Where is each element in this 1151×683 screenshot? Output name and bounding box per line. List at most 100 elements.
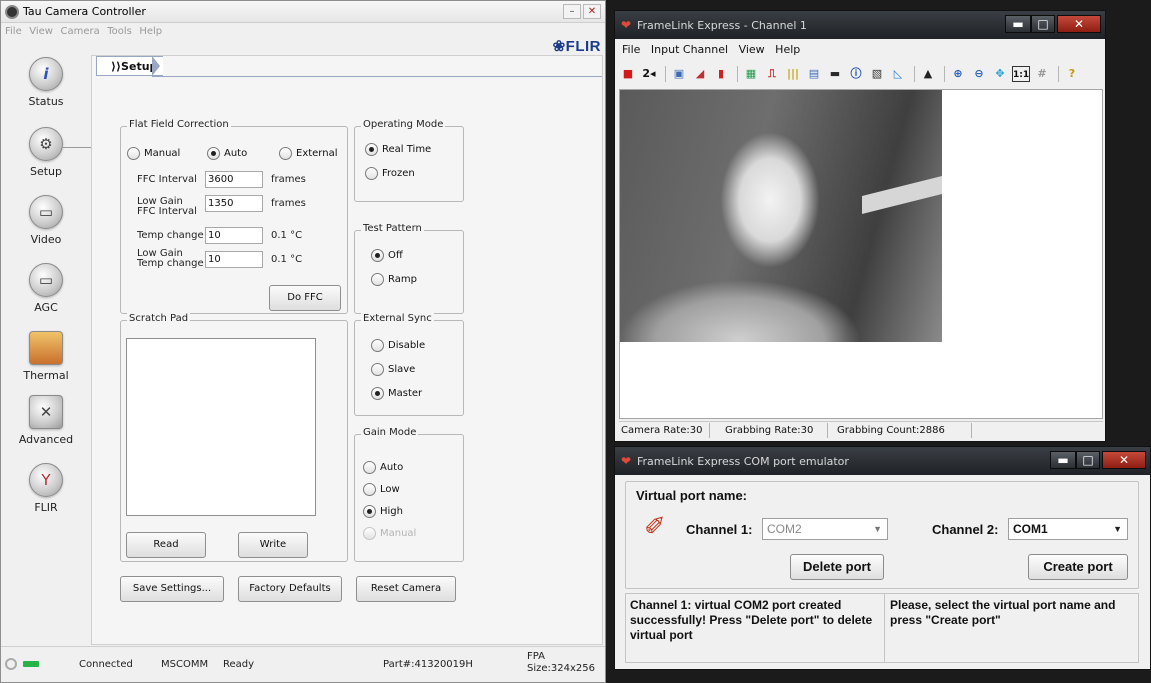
read-button[interactable]: Read [126,532,206,558]
gain-auto-radio[interactable]: Auto [363,461,403,474]
radio-label: Disable [388,340,426,351]
sidebar-item-setup[interactable]: ⚙ Setup [1,127,91,178]
write-button[interactable]: Write [238,532,308,558]
real-time-radio[interactable]: Real Time [365,143,431,156]
zoom-out-icon[interactable]: ⊖ [970,66,988,82]
com-messages: Channel 1: virtual COM2 port created suc… [625,593,1139,663]
menu-tools[interactable]: Tools [107,23,132,41]
pulse-icon[interactable]: ⎍ [763,66,781,82]
lowgain-ffc-input[interactable]: 1350 [205,195,263,212]
levels-icon[interactable]: ▤ [805,66,823,82]
bars-icon[interactable]: ||| [784,66,802,82]
fit-icon[interactable]: ▲ [919,66,937,82]
info-icon[interactable]: ⓘ [847,66,865,82]
thermal-frame-highlight [862,176,942,214]
status-divider [827,423,828,438]
test-pattern-off-radio[interactable]: Off [371,249,403,262]
radio-dot [279,147,292,160]
factory-defaults-button[interactable]: Factory Defaults [238,576,342,602]
create-port-button[interactable]: Create port [1028,554,1128,580]
test-pattern-ramp-radio[interactable]: Ramp [371,273,417,286]
part-number: Part#:41320019H [383,659,473,670]
ffc-external-radio[interactable]: External [279,147,338,160]
ffc-auto-radio[interactable]: Auto [207,147,247,160]
sidebar-item-thermal[interactable]: Thermal [1,331,91,382]
channel-2-value: COM1 [1013,522,1048,536]
save-settings-button[interactable]: Save Settings... [120,576,224,602]
sync-slave-radio[interactable]: Slave [371,363,415,376]
grab-icon[interactable]: ▣ [670,66,688,82]
close-button[interactable]: ✕ [1102,451,1146,469]
toolbar-separator [737,66,738,82]
sidebar-item-video[interactable]: ▭ Video [1,195,91,246]
fpa-size: Size:324x256 [527,663,595,674]
operating-mode-group: Operating Mode Real Time Frozen [354,119,464,202]
zoom-in-icon[interactable]: ⊕ [949,66,967,82]
menu-file[interactable]: File [622,41,640,59]
display-icon[interactable]: ▬ [826,66,844,82]
tau-titlebar[interactable]: Tau Camera Controller – ✕ [1,1,605,23]
move-icon[interactable]: ✥ [991,66,1009,82]
connected-status: Connected [79,659,133,670]
menu-view[interactable]: View [739,41,765,59]
minimize-button[interactable]: – [563,4,581,19]
radio-label: Auto [224,148,248,159]
channel-2-icon[interactable]: 2◂ [640,66,658,82]
thermal-video-viewport[interactable] [619,89,1103,419]
radio-label: Manual [380,528,417,539]
close-button[interactable]: ✕ [583,4,601,19]
grid-icon[interactable]: # [1033,66,1051,82]
delete-port-button[interactable]: Delete port [790,554,884,580]
menu-help[interactable]: Help [775,41,800,59]
sidebar-item-flir[interactable]: Y FLIR [1,463,91,514]
record-icon[interactable]: ◢ [691,66,709,82]
com-titlebar[interactable]: ❤ FrameLink Express COM port emulator ▬ … [615,447,1150,475]
virtual-port-panel: Virtual port name: ✐ Channel 1: COM2 ▼ C… [625,481,1139,589]
menu-view[interactable]: View [29,23,53,41]
menu-input-channel[interactable]: Input Channel [651,41,728,59]
advanced-icon: ✕ [29,395,63,429]
histogram-icon[interactable]: ◺ [889,66,907,82]
gain-low-radio[interactable]: Low [363,483,400,496]
minimize-button[interactable]: ▬ [1005,15,1031,33]
external-sync-group: External Sync Disable Slave Master [354,313,464,416]
framelink-toolbar: ■ 2◂ ▣ ◢ ▮ ▦ ⎍ ||| ▤ ▬ ⓘ ▧ ◺ ▲ ⊕ ⊖ ✥ 1:1… [619,63,1103,85]
sync-disable-radio[interactable]: Disable [371,339,425,352]
temp-change-input[interactable]: 10 [205,227,263,244]
lowgain-ffc-unit: frames [271,198,306,209]
sidebar-item-advanced[interactable]: ✕ Advanced [1,395,91,446]
help-icon[interactable]: ? [1063,66,1081,82]
frozen-radio[interactable]: Frozen [365,167,415,180]
ffc-interval-input[interactable]: 3600 [205,171,263,188]
sync-master-radio[interactable]: Master [371,387,422,400]
menu-camera[interactable]: Camera [60,23,99,41]
ffc-manual-radio[interactable]: Manual [127,147,180,160]
channel-1-select[interactable]: COM2 ▼ [762,518,888,540]
scratch-pad-textarea[interactable] [126,338,316,516]
do-ffc-button[interactable]: Do FFC [269,285,341,311]
radio-label: Frozen [382,168,415,179]
palette-icon[interactable]: ▦ [742,66,760,82]
menu-file[interactable]: File [5,23,22,41]
actual-size-icon[interactable]: 1:1 [1012,66,1030,82]
maximize-button[interactable]: □ [1076,451,1100,469]
sidebar-item-agc[interactable]: ▭ AGC [1,263,91,314]
menu-help[interactable]: Help [139,23,162,41]
framelink-app-icon: ❤ [621,18,632,32]
sidebar-label: Setup [29,165,63,178]
lowgain-temp-input[interactable]: 10 [205,251,263,268]
gain-high-radio[interactable]: High [363,505,403,518]
status-divider [709,423,710,438]
sidebar-item-status[interactable]: i Status [1,57,91,108]
image-icon[interactable]: ▧ [868,66,886,82]
reset-camera-button[interactable]: Reset Camera [356,576,456,602]
thermal-icon [29,331,63,365]
minimize-button[interactable]: ▬ [1050,451,1076,469]
gain-manual-radio: Manual [363,527,416,540]
snapshot-icon[interactable]: ▮ [712,66,730,82]
maximize-button[interactable]: □ [1031,15,1055,33]
channel-2-select[interactable]: COM1 ▼ [1008,518,1128,540]
close-button[interactable]: ✕ [1057,15,1101,33]
framelink-titlebar[interactable]: ❤ FrameLink Express - Channel 1 ▬ □ ✕ [615,11,1105,39]
channel-1-icon[interactable]: ■ [619,66,637,82]
